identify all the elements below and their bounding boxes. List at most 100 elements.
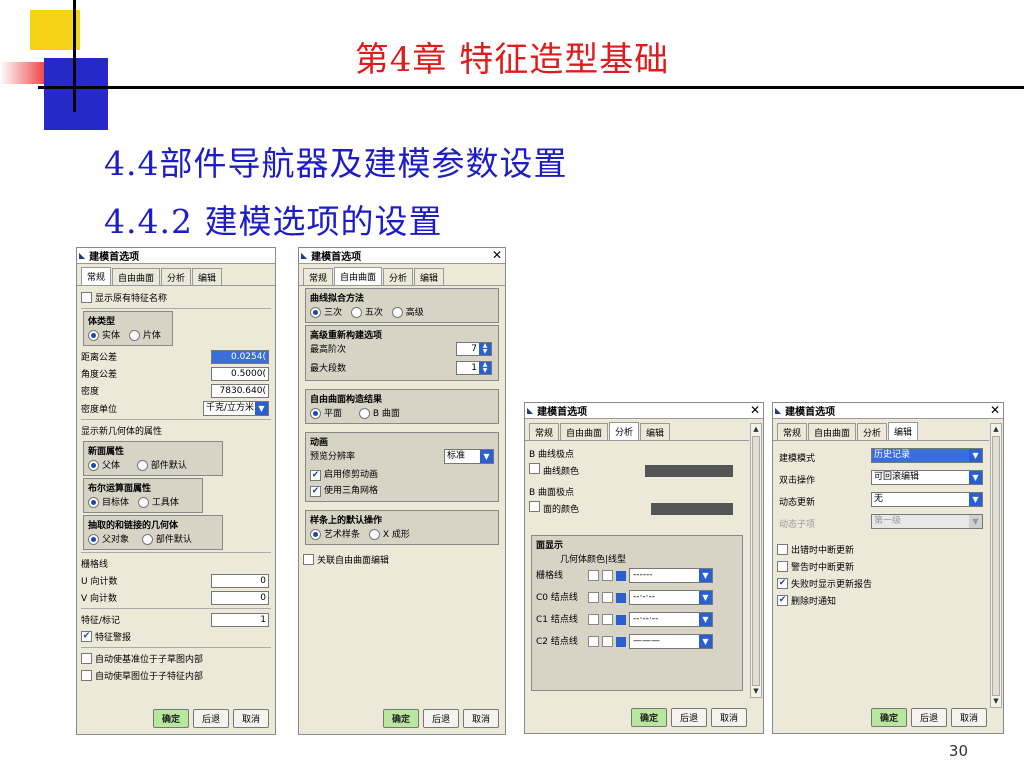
tab-edit[interactable]: 编辑 [888,422,919,440]
face-color-swatch[interactable] [651,503,733,515]
curve-color-swatch[interactable] [645,465,733,477]
cancel-button[interactable]: 取消 [462,709,499,728]
linetype-select[interactable]: --·-·-- ▼ [629,590,713,605]
back-button[interactable]: 后退 [192,709,229,728]
scroll-down-icon[interactable]: ▼ [991,696,1001,707]
color-swatch[interactable] [616,592,626,603]
err-update-row[interactable]: 出错时中断更新 [773,541,1003,558]
tab-general[interactable]: 常规 [303,268,334,285]
auto-sketch-row[interactable]: 自动使草图位于子特征内部 [77,667,275,684]
tab-edit[interactable]: 编辑 [414,268,445,285]
max-degree-spinner[interactable]: 7 ▲ ▼ [456,342,492,356]
warn-update-row[interactable]: 警告时中断更新 [773,558,1003,575]
checkbox[interactable] [529,463,540,474]
close-icon[interactable]: ✕ [492,248,502,262]
checkbox[interactable] [602,570,613,581]
radio-bsurf[interactable] [358,408,370,419]
use-tri-row[interactable]: ✔ 使用三角网格 [310,483,494,499]
tab-general[interactable]: 常规 [529,423,560,440]
scroll-up-icon[interactable]: ▲ [751,424,761,435]
checkbox[interactable] [777,561,788,572]
checkbox[interactable] [81,670,92,681]
color-swatch[interactable] [616,614,626,625]
cancel-button[interactable]: 取消 [950,708,987,727]
u-count-input[interactable]: 0 [211,574,269,588]
double-click-select[interactable]: 可回滚编辑 ▼ [871,470,983,485]
back-button[interactable]: 后退 [670,708,707,727]
checkbox[interactable] [777,544,788,555]
radio-sheet[interactable] [128,330,140,341]
close-icon[interactable]: ✕ [750,403,760,417]
face-color-row[interactable]: 面的颜色 [529,501,579,515]
linetype-select[interactable]: --·--·-- ▼ [629,612,713,627]
feat-mark-input[interactable]: 1 [211,613,269,627]
radio-quintic[interactable] [350,307,362,318]
checkbox[interactable] [588,614,599,625]
radio-part-default[interactable] [136,460,148,471]
checkbox-checked[interactable]: ✔ [310,486,321,497]
ang-tol-input[interactable]: 0.5000( [211,367,269,381]
density-input[interactable]: 7830.640( [211,384,269,398]
tab-general[interactable]: 常规 [777,423,808,440]
v-count-input[interactable]: 0 [211,591,269,605]
dist-tol-input[interactable]: 0.0254( [211,350,269,364]
del-notify-row[interactable]: ✔ 删除时通知 [773,592,1003,609]
tab-analysis[interactable]: 分析 [383,268,414,285]
preview-res-select[interactable]: 标准 ▼ [444,449,494,464]
radio-part-default-2[interactable] [141,534,153,545]
checkbox[interactable] [602,636,613,647]
linetype-select[interactable]: ——— ▼ [629,634,713,649]
show-orig-name-row[interactable]: 显示原有特征名称 [77,289,275,306]
radio-art-spline[interactable] [310,529,321,540]
ok-button[interactable]: 确定 [152,709,189,728]
radio-x-form[interactable] [368,529,380,540]
checkbox[interactable] [602,614,613,625]
spinner-arrows-icon[interactable]: ▲ ▼ [479,362,491,374]
tab-edit[interactable]: 编辑 [192,268,223,285]
radio-plane[interactable] [310,408,321,419]
ok-button[interactable]: 确定 [382,709,419,728]
checkbox[interactable] [529,501,540,512]
tab-freeform[interactable]: 自由曲面 [334,267,383,285]
radio-advanced[interactable] [391,307,403,318]
fail-report-row[interactable]: ✔ 失败时显示更新报告 [773,575,1003,592]
linetype-select[interactable]: ------ ▼ [629,568,713,583]
tab-analysis[interactable]: 分析 [609,422,640,440]
cancel-button[interactable]: 取消 [232,709,269,728]
checkbox-checked[interactable]: ✔ [81,631,92,642]
tab-analysis[interactable]: 分析 [857,423,888,440]
radio-solid[interactable] [88,330,99,341]
tab-freeform[interactable]: 自由曲面 [808,423,857,440]
color-swatch[interactable] [616,636,626,647]
ok-button[interactable]: 确定 [870,708,907,727]
tab-analysis[interactable]: 分析 [161,268,192,285]
checkbox-checked[interactable]: ✔ [777,578,788,589]
radio-cubic[interactable] [310,307,321,318]
radio-tool[interactable] [137,497,149,508]
feat-warn-row[interactable]: ✔ 特征警报 [77,628,275,645]
spinner-arrows-icon[interactable]: ▲ ▼ [479,343,491,355]
back-button[interactable]: 后退 [422,709,459,728]
checkbox-checked[interactable]: ✔ [310,470,321,481]
checkbox[interactable] [602,592,613,603]
scroll-down-icon[interactable]: ▼ [751,686,761,697]
max-seg-spinner[interactable]: 1 ▲ ▼ [456,361,492,375]
checkbox[interactable] [81,653,92,664]
tab-general[interactable]: 常规 [81,267,112,285]
ok-button[interactable]: 确定 [630,708,667,727]
checkbox-checked[interactable]: ✔ [777,595,788,606]
assoc-edit-row[interactable]: 关联自由曲面编辑 [299,551,505,568]
auto-datum-row[interactable]: 自动使基准位于子草图内部 [77,650,275,667]
tab-edit[interactable]: 编辑 [640,423,671,440]
checkbox[interactable] [588,636,599,647]
radio-parent[interactable] [88,460,99,471]
checkbox[interactable] [588,592,599,603]
back-button[interactable]: 后退 [910,708,947,727]
scroll-up-icon[interactable]: ▲ [991,424,1001,435]
tab-freeform[interactable]: 自由曲面 [112,268,161,285]
checkbox[interactable] [303,554,314,565]
checkbox[interactable] [81,292,92,303]
modeling-mode-select[interactable]: 历史记录 ▼ [871,448,983,463]
curve-color-row[interactable]: 曲线颜色 [529,463,579,477]
radio-parent-obj[interactable] [88,534,99,545]
